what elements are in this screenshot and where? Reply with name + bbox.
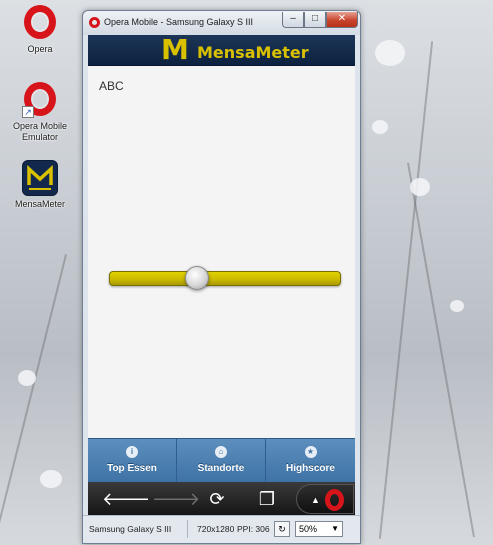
background-snow bbox=[372, 120, 388, 134]
opera-menu-button[interactable]: ▲ bbox=[296, 484, 354, 514]
reload-button[interactable]: ⟳ bbox=[204, 486, 230, 512]
opera-emulator-icon: ↗ bbox=[22, 82, 58, 118]
shortcut-arrow-icon: ↗ bbox=[22, 106, 34, 118]
chevron-down-icon: ▼ bbox=[331, 524, 339, 533]
app-title: MensaMeter bbox=[197, 43, 309, 62]
background-snow bbox=[375, 40, 405, 66]
background-snow bbox=[410, 178, 430, 196]
tabs-button[interactable]: ❐ bbox=[254, 486, 280, 512]
nav-label: Top Essen bbox=[107, 463, 157, 474]
desktop-icon-label: MensaMeter bbox=[14, 199, 66, 209]
resolution: 720x1280 bbox=[197, 524, 235, 534]
info-icon: i bbox=[126, 446, 138, 458]
mensameter-app-icon bbox=[22, 160, 58, 196]
forward-button[interactable]: 🡒 bbox=[152, 486, 200, 512]
close-button[interactable]: ✕ bbox=[326, 12, 358, 28]
window-title: Opera Mobile - Samsung Galaxy S III bbox=[104, 17, 254, 27]
menu-up-icon: ▲ bbox=[311, 495, 320, 505]
opera-icon bbox=[22, 5, 58, 41]
slider-track[interactable] bbox=[109, 271, 341, 286]
back-button[interactable]: 🡐 bbox=[102, 486, 150, 512]
desktop-icon-opera-mobile-emulator[interactable]: ↗ Opera Mobile Emulator bbox=[5, 82, 75, 143]
desktop-icon-opera[interactable]: Opera bbox=[5, 5, 75, 55]
desktop-icon-label: Opera Mobile Emulator bbox=[12, 121, 68, 142]
background-snow bbox=[450, 300, 464, 312]
browser-toolbar: 🡐 🡒 ⟳ ❐ ▲ bbox=[88, 482, 355, 515]
desktop-icon-label: Opera bbox=[27, 44, 53, 54]
minimize-button[interactable]: – bbox=[282, 12, 304, 28]
background-branch bbox=[0, 254, 68, 536]
background-branch bbox=[407, 162, 475, 538]
emulator-window: Opera Mobile - Samsung Galaxy S III – □ … bbox=[82, 10, 361, 544]
emulator-statusbar: Samsung Galaxy S III 720x1280 PPI: 306 ↻… bbox=[83, 515, 360, 543]
nav-label: Standorte bbox=[197, 463, 245, 474]
star-icon: ★ bbox=[304, 446, 317, 458]
zoom-select[interactable]: 50% ▼ bbox=[295, 521, 343, 537]
content-label: ABC bbox=[99, 79, 124, 93]
bottom-navbar: i Top Essen ⌂ Standorte ★ Highscore bbox=[88, 438, 355, 483]
home-icon: ⌂ bbox=[215, 446, 227, 458]
nav-highscore[interactable]: ★ Highscore bbox=[266, 439, 355, 483]
nav-label: Highscore bbox=[286, 463, 335, 474]
opera-logo-icon bbox=[325, 489, 344, 511]
nav-top-essen[interactable]: i Top Essen bbox=[88, 439, 177, 483]
desktop-icon-mensameter[interactable]: MensaMeter bbox=[5, 160, 75, 210]
window-titlebar[interactable]: Opera Mobile - Samsung Galaxy S III – □ … bbox=[83, 11, 360, 35]
opera-title-icon bbox=[89, 17, 100, 28]
nav-standorte[interactable]: ⌂ Standorte bbox=[177, 439, 266, 483]
background-snow bbox=[40, 470, 62, 488]
app-header: M MensaMeter bbox=[88, 35, 355, 66]
rotate-button[interactable]: ↻ bbox=[274, 521, 290, 537]
device-name: Samsung Galaxy S III bbox=[89, 524, 172, 534]
maximize-button[interactable]: □ bbox=[304, 12, 326, 28]
background-branch bbox=[378, 41, 434, 539]
slider-handle[interactable] bbox=[185, 266, 210, 290]
background-snow bbox=[18, 370, 36, 386]
ppi: PPI: 306 bbox=[237, 524, 270, 534]
zoom-value: 50% bbox=[299, 524, 318, 534]
device-screen: M MensaMeter ABC i Top Essen ⌂ Standorte… bbox=[88, 35, 355, 515]
status-divider bbox=[187, 520, 188, 538]
mensameter-logo: M bbox=[161, 35, 189, 66]
